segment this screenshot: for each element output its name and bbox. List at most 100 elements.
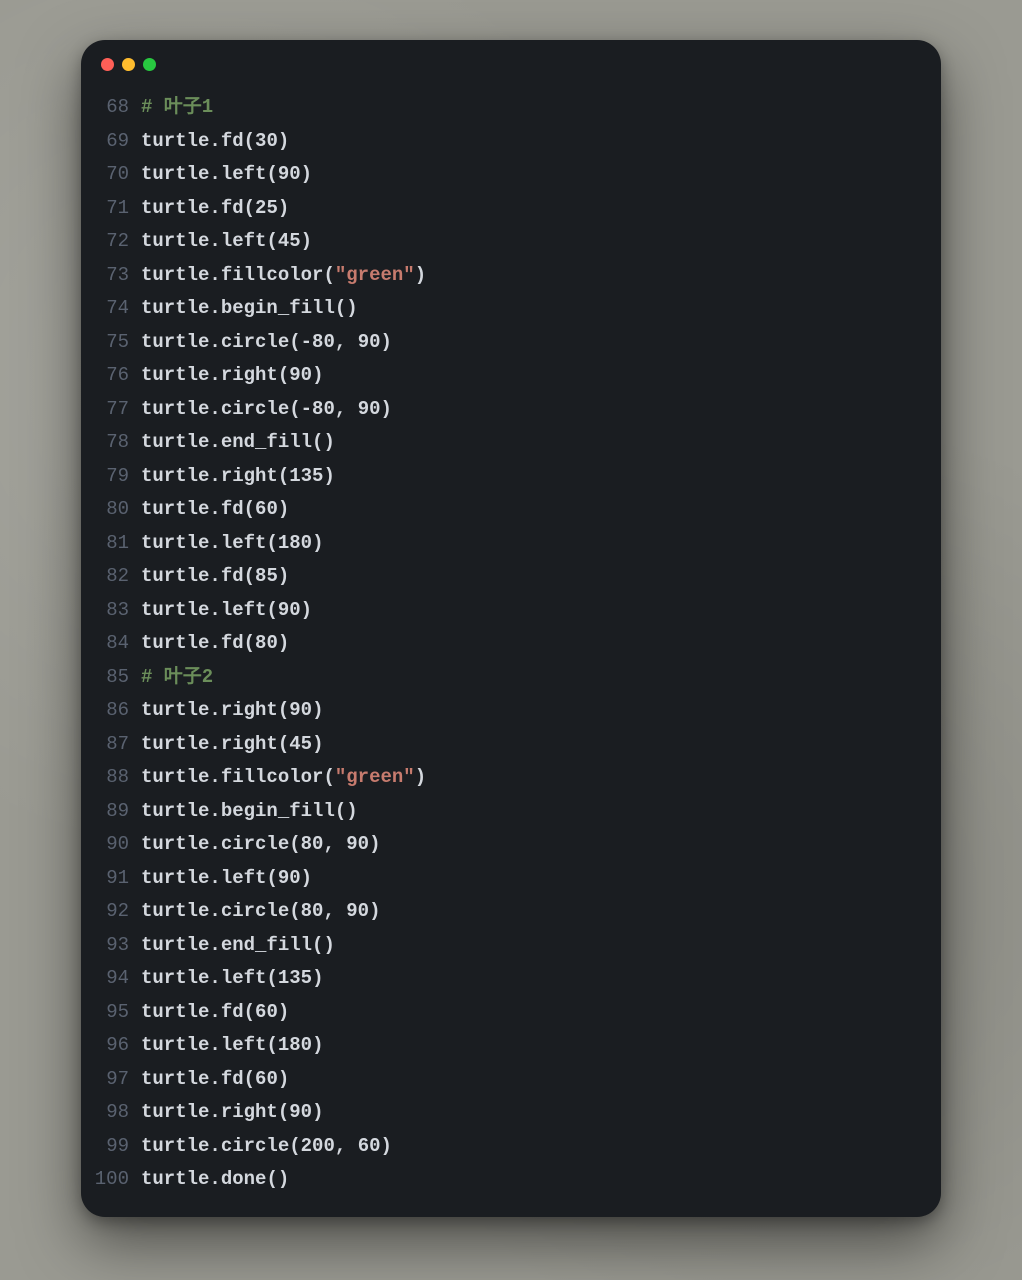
code-line[interactable]: 72turtle.left(45): [81, 225, 941, 259]
code-line[interactable]: 97turtle.fd(60): [81, 1063, 941, 1097]
token-number: 135: [289, 465, 323, 487]
line-content: turtle.circle(80, 90): [141, 828, 381, 862]
line-number: 89: [81, 795, 141, 829]
line-content: turtle.fd(80): [141, 627, 289, 661]
code-line[interactable]: 71turtle.fd(25): [81, 192, 941, 226]
token-comment: # 叶子1: [141, 96, 213, 118]
token-number: 90: [346, 900, 369, 922]
token-identifier: turtle: [141, 1135, 209, 1157]
line-number: 76: [81, 359, 141, 393]
token-number: 135: [278, 967, 312, 989]
code-line[interactable]: 81turtle.left(180): [81, 527, 941, 561]
token-number: 60: [255, 1001, 278, 1023]
token-punct: .: [209, 565, 220, 587]
minimize-icon[interactable]: [122, 58, 135, 71]
window-titlebar: [81, 40, 941, 83]
close-icon[interactable]: [101, 58, 114, 71]
code-line[interactable]: 70turtle.left(90): [81, 158, 941, 192]
line-number: 75: [81, 326, 141, 360]
token-identifier: turtle: [141, 800, 209, 822]
line-number: 96: [81, 1029, 141, 1063]
code-line[interactable]: 95turtle.fd(60): [81, 996, 941, 1030]
line-content: turtle.begin_fill(): [141, 795, 358, 829]
line-number: 92: [81, 895, 141, 929]
code-line[interactable]: 91turtle.left(90): [81, 862, 941, 896]
line-content: turtle.fd(85): [141, 560, 289, 594]
code-line[interactable]: 96turtle.left(180): [81, 1029, 941, 1063]
code-line[interactable]: 100turtle.done(): [81, 1163, 941, 1197]
code-line[interactable]: 83turtle.left(90): [81, 594, 941, 628]
code-line[interactable]: 69turtle.fd(30): [81, 125, 941, 159]
token-identifier: left: [221, 599, 267, 621]
code-line[interactable]: 99turtle.circle(200, 60): [81, 1130, 941, 1164]
code-line[interactable]: 79turtle.right(135): [81, 460, 941, 494]
token-punct: ,: [323, 900, 346, 922]
code-line[interactable]: 94turtle.left(135): [81, 962, 941, 996]
code-editor[interactable]: 68# 叶子169turtle.fd(30)70turtle.left(90)7…: [81, 83, 941, 1197]
token-number: -80: [301, 398, 335, 420]
token-number: 90: [358, 331, 381, 353]
code-line[interactable]: 76turtle.right(90): [81, 359, 941, 393]
line-number: 78: [81, 426, 141, 460]
token-identifier: turtle: [141, 833, 209, 855]
token-punct: (: [289, 1135, 300, 1157]
token-identifier: fd: [221, 565, 244, 587]
token-identifier: circle: [221, 900, 289, 922]
code-line[interactable]: 86turtle.right(90): [81, 694, 941, 728]
line-number: 87: [81, 728, 141, 762]
token-number: 90: [289, 699, 312, 721]
code-line[interactable]: 89turtle.begin_fill(): [81, 795, 941, 829]
code-line[interactable]: 74turtle.begin_fill(): [81, 292, 941, 326]
line-content: turtle.right(90): [141, 694, 323, 728]
token-number: 200: [301, 1135, 335, 1157]
token-identifier: turtle: [141, 1101, 209, 1123]
token-number: 45: [289, 733, 312, 755]
line-content: turtle.circle(-80, 90): [141, 326, 392, 360]
code-line[interactable]: 84turtle.fd(80): [81, 627, 941, 661]
maximize-icon[interactable]: [143, 58, 156, 71]
token-identifier: turtle: [141, 197, 209, 219]
token-punct: (: [244, 130, 255, 152]
token-number: 80: [255, 632, 278, 654]
code-line[interactable]: 78turtle.end_fill(): [81, 426, 941, 460]
line-content: turtle.right(135): [141, 460, 335, 494]
code-line[interactable]: 92turtle.circle(80, 90): [81, 895, 941, 929]
code-line[interactable]: 80turtle.fd(60): [81, 493, 941, 527]
token-punct: (): [335, 800, 358, 822]
code-line[interactable]: 88turtle.fillcolor("green"): [81, 761, 941, 795]
token-punct: ): [301, 599, 312, 621]
token-punct: ,: [335, 1135, 358, 1157]
line-number: 88: [81, 761, 141, 795]
token-identifier: left: [221, 532, 267, 554]
code-line[interactable]: 90turtle.circle(80, 90): [81, 828, 941, 862]
token-punct: .: [209, 331, 220, 353]
token-punct: .: [209, 1001, 220, 1023]
code-line[interactable]: 73turtle.fillcolor("green"): [81, 259, 941, 293]
code-line[interactable]: 87turtle.right(45): [81, 728, 941, 762]
token-number: 90: [346, 833, 369, 855]
token-punct: (: [266, 967, 277, 989]
code-line[interactable]: 68# 叶子1: [81, 91, 941, 125]
code-line[interactable]: 98turtle.right(90): [81, 1096, 941, 1130]
line-content: turtle.left(45): [141, 225, 312, 259]
line-content: turtle.end_fill(): [141, 426, 335, 460]
line-content: turtle.fd(60): [141, 996, 289, 1030]
code-line[interactable]: 75turtle.circle(-80, 90): [81, 326, 941, 360]
line-content: turtle.right(45): [141, 728, 323, 762]
code-line[interactable]: 82turtle.fd(85): [81, 560, 941, 594]
code-line[interactable]: 77turtle.circle(-80, 90): [81, 393, 941, 427]
line-number: 72: [81, 225, 141, 259]
token-punct: .: [209, 465, 220, 487]
token-number: 90: [278, 163, 301, 185]
code-line[interactable]: 85# 叶子2: [81, 661, 941, 695]
token-punct: (: [244, 565, 255, 587]
token-comment: # 叶子2: [141, 666, 213, 688]
code-line[interactable]: 93turtle.end_fill(): [81, 929, 941, 963]
token-punct: .: [209, 532, 220, 554]
token-punct: ): [278, 498, 289, 520]
token-identifier: left: [221, 163, 267, 185]
line-content: turtle.fd(30): [141, 125, 289, 159]
token-punct: ): [415, 766, 426, 788]
token-identifier: left: [221, 967, 267, 989]
token-punct: (: [323, 264, 334, 286]
